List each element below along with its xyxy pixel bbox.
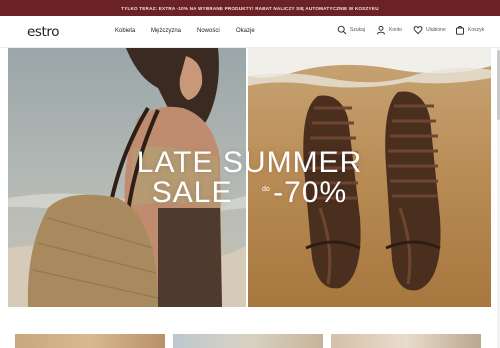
user-icon: [376, 25, 386, 35]
hero-title-line2: SALE -70%: [8, 176, 491, 210]
promo-banner[interactable]: TYLKO TERAZ: EXTRA -10% NA WYBRANE PRODU…: [0, 0, 500, 16]
wishlist-button[interactable]: Ulubione: [413, 25, 446, 35]
hero-sale-word: SALE: [151, 176, 233, 209]
nav-item-mezczyzna[interactable]: Mężczyzna: [151, 28, 181, 34]
hero-upto-label: do: [262, 186, 270, 193]
hero-banner[interactable]: LATE SUMMER SALE -70% do: [8, 48, 491, 307]
category-cards: [0, 316, 500, 348]
hero-discount: -70%: [273, 176, 348, 209]
wishlist-label: Ulubione: [426, 27, 446, 33]
cart-label: Koszyk: [468, 27, 485, 33]
nav-item-okazje[interactable]: Okazje: [236, 28, 255, 34]
promo-text: TYLKO TERAZ: EXTRA -10% NA WYBRANE PRODU…: [121, 5, 379, 11]
nav-item-kobieta[interactable]: Kobieta: [115, 28, 135, 34]
hero-title-line1: LATE SUMMER: [136, 146, 363, 179]
nav-item-nowosci[interactable]: Nowości: [197, 28, 220, 34]
account-button[interactable]: Konto: [376, 25, 402, 35]
site-header: estro Kobieta Mężczyzna Nowości Okazje S…: [0, 16, 500, 48]
account-label: Konto: [389, 27, 403, 33]
heart-icon: [413, 25, 423, 35]
search-label: Szukaj: [350, 27, 366, 33]
search-icon: [337, 25, 347, 35]
search-button[interactable]: Szukaj: [337, 25, 365, 35]
cart-button[interactable]: Koszyk: [455, 25, 484, 35]
category-card[interactable]: [331, 334, 481, 348]
category-card[interactable]: [173, 334, 323, 348]
category-card[interactable]: [15, 334, 165, 348]
logo[interactable]: estro: [27, 24, 60, 40]
bag-icon: [455, 25, 465, 35]
